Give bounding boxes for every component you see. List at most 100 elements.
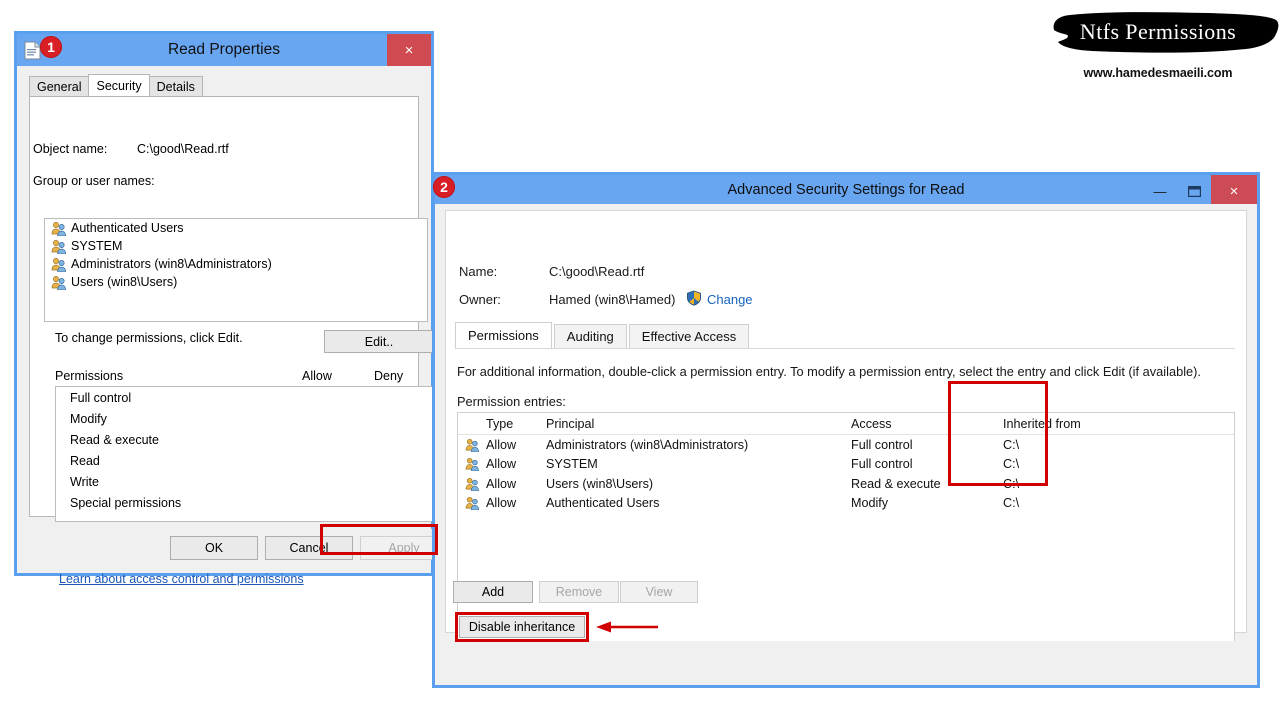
titlebar[interactable]: Read Properties × xyxy=(17,34,431,66)
window-buttons: — × xyxy=(1143,175,1257,207)
cancel-button[interactable]: Cancel xyxy=(265,536,353,560)
read-properties-window[interactable]: Read Properties × General Security Detai… xyxy=(14,31,448,586)
maximize-icon[interactable] xyxy=(1177,175,1211,207)
remove-button[interactable]: Remove xyxy=(539,581,619,603)
learn-about-access-control-link[interactable]: Learn about access control and permissio… xyxy=(59,572,304,586)
window-body: General Security Details Object name: C:… xyxy=(17,66,448,586)
cell-type: Allow xyxy=(486,476,517,491)
table-header-row: Type Principal Access Inherited from xyxy=(458,413,1234,435)
list-item[interactable]: Read & execute xyxy=(56,429,433,450)
column-header-principal: Principal xyxy=(546,416,595,431)
list-item-label: Users (win8\Users) xyxy=(71,275,178,289)
cell-type: Allow xyxy=(486,457,517,472)
object-name-label: Object name: xyxy=(33,142,108,156)
pointer-arrow-icon xyxy=(596,619,660,635)
brand-watermark: Ntfs Permissions www.hamedesmaeili.com xyxy=(1036,4,1280,88)
groups-label: Group or user names: xyxy=(33,174,155,188)
add-button[interactable]: Add xyxy=(453,581,533,603)
table-row[interactable]: Allow Authenticated Users Modify C:\ xyxy=(458,494,1234,514)
permissions-list[interactable]: Full control Modify Read & execute Read … xyxy=(55,386,434,522)
change-permissions-hint: To change permissions, click Edit. xyxy=(55,331,243,345)
window-frame: Advanced Security Settings for Read — × … xyxy=(432,172,1260,688)
list-item[interactable]: Special permissions xyxy=(56,492,433,513)
dialog-footer: OK Cancel Apply xyxy=(435,641,1257,685)
list-item-label: Authenticated Users xyxy=(71,221,184,235)
info-text: For additional information, double-click… xyxy=(457,364,1201,379)
screenshot-stage: Ntfs Permissions www.hamedesmaeili.com R… xyxy=(0,0,1280,720)
cell-type: Allow xyxy=(486,496,517,511)
step-badge-2: 2 xyxy=(433,176,455,198)
group-user-list[interactable]: Authenticated Users SYSTEM Administrator… xyxy=(44,218,428,322)
list-item[interactable]: Users (win8\Users) xyxy=(45,273,427,291)
group-users-icon xyxy=(51,239,67,254)
owner-value: Hamed (win8\Hamed) xyxy=(549,292,676,307)
list-item-label: Administrators (win8\Administrators) xyxy=(71,257,272,271)
column-header-type: Type xyxy=(486,416,514,431)
minimize-icon[interactable]: — xyxy=(1143,175,1177,207)
cell-access: Modify xyxy=(851,496,889,511)
tab-bar: General Security Details xyxy=(29,74,419,96)
close-icon[interactable]: × xyxy=(387,34,431,66)
cell-principal: Authenticated Users xyxy=(546,496,660,511)
cell-type: Allow xyxy=(486,437,517,452)
permissions-header: Permissions xyxy=(55,369,124,383)
cell-inherited-from: C:\ xyxy=(1003,457,1020,472)
tab-general[interactable]: General xyxy=(29,76,90,96)
list-item[interactable]: Read xyxy=(56,450,433,471)
list-item[interactable]: Modify xyxy=(56,408,433,429)
tab-auditing[interactable]: Auditing xyxy=(553,324,627,348)
group-users-icon xyxy=(458,496,486,511)
list-item[interactable]: Full control xyxy=(56,387,433,408)
list-item[interactable]: Administrators (win8\Administrators) xyxy=(45,255,427,273)
window-buttons: × xyxy=(387,34,431,66)
change-owner-link[interactable]: Change xyxy=(707,292,753,307)
cell-principal: SYSTEM xyxy=(546,457,598,472)
close-icon[interactable]: × xyxy=(1211,175,1257,207)
name-label: Name: xyxy=(459,264,498,279)
group-users-icon xyxy=(51,257,67,272)
group-users-icon xyxy=(458,457,486,472)
group-users-icon xyxy=(458,477,486,491)
list-item[interactable]: SYSTEM xyxy=(45,237,427,255)
window-title: Advanced Security Settings for Read xyxy=(727,181,965,198)
allow-header: Allow xyxy=(302,369,332,383)
window-frame: Read Properties × General Security Detai… xyxy=(14,31,448,586)
column-header-access: Access xyxy=(851,416,892,431)
tab-divider xyxy=(455,348,1235,349)
tab-security[interactable]: Security xyxy=(88,74,150,96)
cell-access: Full control xyxy=(851,457,913,472)
table-row[interactable]: Allow Administrators (win8\Administrator… xyxy=(458,435,1234,455)
edit-button[interactable]: Edit.. xyxy=(324,330,434,353)
owner-label: Owner: xyxy=(459,292,501,307)
brand-url: www.hamedesmaeili.com xyxy=(1083,66,1233,80)
window-body: Name: C:\good\Read.rtf Owner: Hamed (win… xyxy=(435,204,1257,685)
table-row[interactable]: Allow Users (win8\Users) Read & execute … xyxy=(458,474,1234,494)
advanced-security-window[interactable]: Advanced Security Settings for Read — × … xyxy=(432,172,1260,688)
brand-title: Ntfs Permissions xyxy=(1079,19,1237,44)
tab-effective-access[interactable]: Effective Access xyxy=(628,324,750,348)
window-title: Read Properties xyxy=(167,41,280,58)
cell-principal: Administrators (win8\Administrators) xyxy=(546,437,749,452)
step-badge-1: 1 xyxy=(40,36,62,58)
list-item[interactable]: Authenticated Users xyxy=(45,219,427,237)
dialog-footer: OK Cancel Apply xyxy=(17,523,448,573)
group-users-icon xyxy=(51,275,67,290)
group-users-icon xyxy=(458,438,486,452)
entries-label: Permission entries: xyxy=(457,394,566,409)
list-item[interactable]: Write xyxy=(56,471,433,492)
object-name-value: C:\good\Read.rtf xyxy=(137,142,229,156)
titlebar[interactable]: Advanced Security Settings for Read — × xyxy=(435,175,1257,207)
group-users-icon xyxy=(51,221,67,236)
cell-inherited-from: C:\ xyxy=(1003,496,1020,511)
name-value: C:\good\Read.rtf xyxy=(549,264,645,279)
tab-details[interactable]: Details xyxy=(148,76,203,96)
tab-permissions[interactable]: Permissions xyxy=(455,322,552,348)
table-row[interactable]: Allow SYSTEM Full control C:\ xyxy=(458,455,1234,475)
ok-button[interactable]: OK xyxy=(170,536,258,560)
deny-header: Deny xyxy=(374,369,404,383)
cell-access: Full control xyxy=(851,437,913,452)
disable-inheritance-button[interactable]: Disable inheritance xyxy=(459,616,585,638)
uac-shield-icon xyxy=(686,290,702,306)
column-header-inherited-from: Inherited from xyxy=(1003,416,1081,431)
view-button[interactable]: View xyxy=(620,581,698,603)
